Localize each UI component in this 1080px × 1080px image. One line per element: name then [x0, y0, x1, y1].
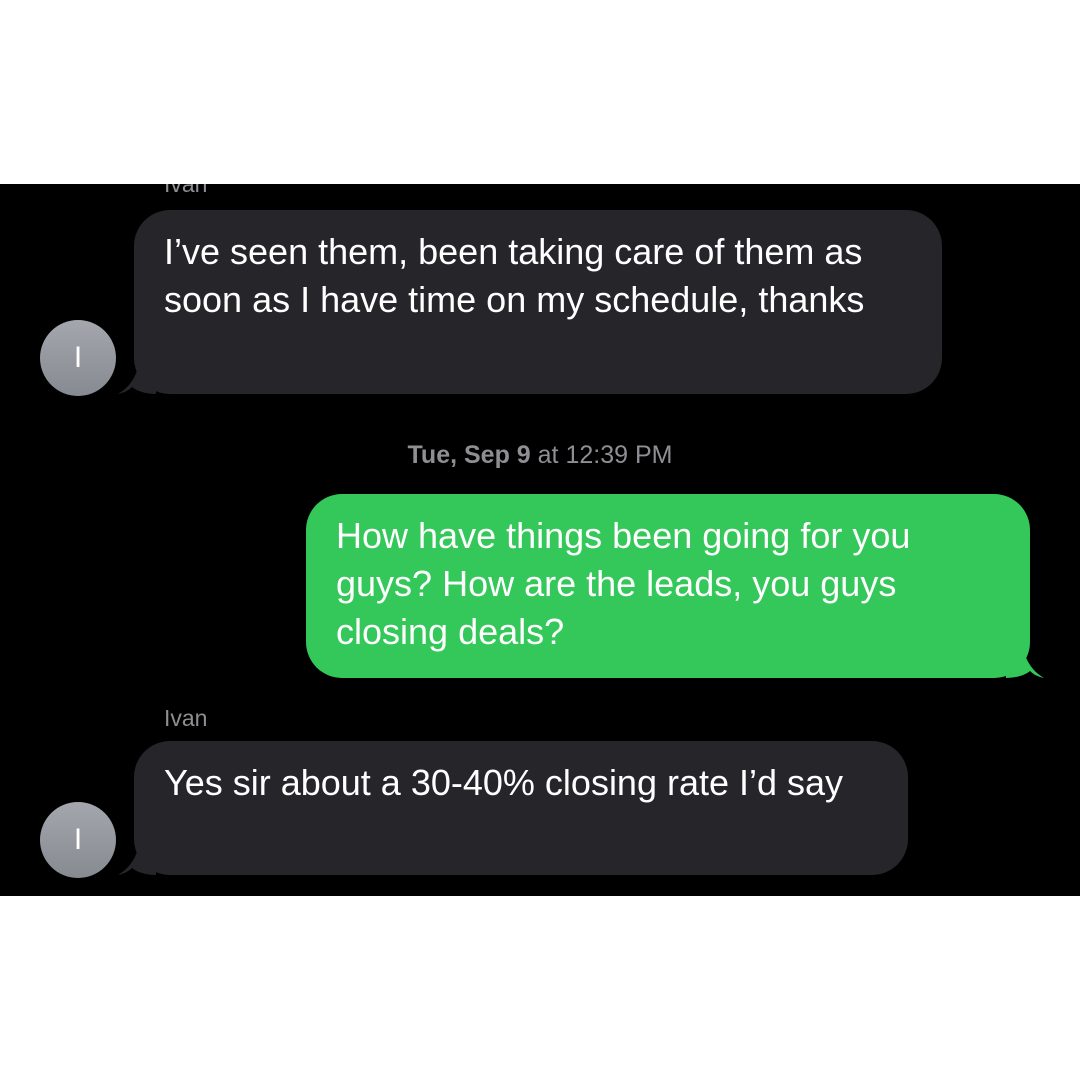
- timestamp-time: at 12:39 PM: [537, 441, 673, 469]
- message-text: Yes sir about a 30-40% closing rate I’d …: [164, 762, 844, 803]
- timestamp-day: Tue, Sep 9: [407, 441, 531, 469]
- sender-name: Ivan: [164, 705, 208, 731]
- message-bubble-incoming[interactable]: Yes sir about a 30-40% closing rate I’d …: [134, 741, 908, 875]
- sender-name: Ivan: [164, 184, 208, 197]
- contact-avatar[interactable]: I: [40, 802, 116, 878]
- message-thread: Ivan I I’ve seen them, been taking care …: [0, 184, 1080, 896]
- contact-avatar[interactable]: I: [40, 320, 116, 396]
- message-text: I’ve seen them, been taking care of them…: [164, 231, 865, 320]
- message-bubble-outgoing[interactable]: How have things been going for you guys?…: [306, 494, 1030, 678]
- message-text: How have things been going for you guys?…: [336, 515, 911, 652]
- message-timestamp: Tue, Sep 9 at 12:39 PM: [0, 439, 1080, 471]
- message-bubble-incoming[interactable]: I’ve seen them, been taking care of them…: [134, 210, 942, 394]
- avatar-initial: I: [73, 341, 83, 374]
- avatar-initial: I: [73, 823, 83, 856]
